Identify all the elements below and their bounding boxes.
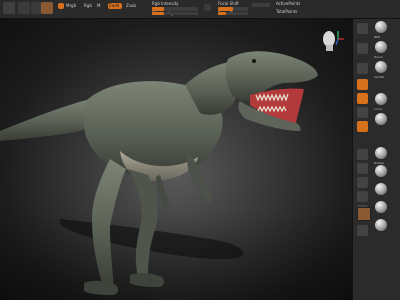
dock-scale-button[interactable] [357, 149, 368, 160]
z-intensity-slider[interactable] [152, 12, 198, 15]
mrgb-label: Mrgb [66, 3, 77, 8]
m-label: M [97, 3, 101, 8]
dock-extra-sphere-icon[interactable] [375, 219, 387, 231]
trex-model [0, 51, 318, 295]
right-shelf: BPR Zoom AAHalf Local Rotate [352, 19, 400, 300]
dock-solo-button[interactable] [357, 177, 368, 188]
dock-scroll-button[interactable] [357, 43, 368, 54]
total-points-label: TotalPoints [276, 9, 298, 14]
head-gizmo-icon[interactable] [316, 27, 346, 57]
canvas-viewport[interactable] [0, 19, 352, 300]
rgb-intensity-label: Rgb Intensity [152, 1, 179, 6]
dock-xpose-sphere-icon[interactable] [375, 183, 387, 195]
dock-ghost-sphere-icon[interactable] [375, 165, 387, 177]
dock-polyf-button[interactable] [357, 191, 368, 202]
draw-button[interactable] [18, 2, 30, 14]
dock-frame-sphere-icon[interactable] [375, 113, 387, 125]
dock-extra-button[interactable] [357, 225, 368, 236]
dock-local-sphere-icon[interactable] [375, 93, 387, 105]
zsub-label: Zsub [126, 3, 136, 8]
zbrush-window: Mrgb Rgb M Zadd Zsub Rgb Intensity Z Int… [0, 0, 400, 300]
dock-material-swatch[interactable] [357, 207, 371, 221]
draw-size-slider[interactable] [218, 12, 248, 15]
zadd-label: Zadd [109, 3, 120, 8]
lazy-mouse-button[interactable] [204, 4, 211, 11]
dynamic-toggle[interactable] [252, 3, 270, 7]
trex-eye [252, 59, 256, 63]
top-toolbar: Mrgb Rgb M Zadd Zsub Rgb Intensity Z Int… [0, 0, 400, 19]
dock-material-sphere-icon[interactable] [375, 201, 387, 213]
mrgb-toggle[interactable] [58, 3, 64, 9]
active-points-label: ActivePoints [276, 1, 301, 6]
dock-label-zoom: Zoom [374, 55, 383, 59]
edit-button[interactable] [3, 2, 15, 14]
dock-label-aahalf: AAHalf [374, 75, 385, 79]
dock-actual-button[interactable] [357, 63, 368, 74]
dock-aahalf-sphere-icon[interactable] [375, 61, 387, 73]
rgb-label: Rgb [84, 3, 92, 8]
dock-floor-button[interactable] [357, 93, 368, 104]
dock-rotate-sphere-icon[interactable] [375, 147, 387, 159]
trex-leg-back [128, 169, 158, 282]
draw-size-fill [218, 12, 226, 15]
dock-zoom-sphere-icon[interactable] [375, 41, 387, 53]
trex-leg-front [92, 159, 126, 290]
dock-transp-button[interactable] [357, 163, 368, 174]
dock-label-local: Local [374, 107, 382, 111]
trex-arm-right [156, 175, 172, 214]
material-swatch[interactable] [41, 2, 53, 14]
z-intensity-fill [152, 12, 164, 15]
dock-move-button[interactable] [357, 121, 368, 132]
dock-bpr-button[interactable] [357, 23, 368, 34]
dock-persp-button[interactable] [357, 79, 368, 90]
dock-spix-sphere-icon[interactable] [375, 21, 387, 33]
focal-shift-label: Focal Shift [218, 1, 239, 6]
trex-foot-back [130, 272, 165, 287]
dock-lsym-button[interactable] [357, 107, 368, 118]
dock-label-bpr: BPR [374, 35, 380, 39]
